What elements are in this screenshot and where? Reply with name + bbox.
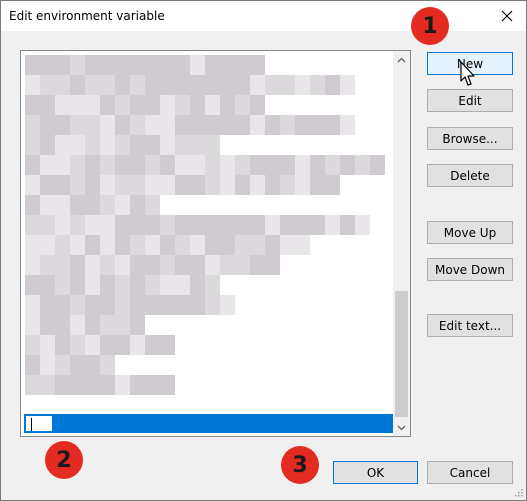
list-item-blurred[interactable]	[25, 75, 355, 95]
list-item-blurred[interactable]	[25, 175, 340, 195]
move-up-button[interactable]: Move Up	[427, 221, 513, 244]
delete-button[interactable]: Delete	[427, 164, 513, 187]
chevron-up-icon	[397, 57, 406, 62]
scroll-thumb[interactable]	[395, 291, 408, 417]
path-entries-list[interactable]	[20, 50, 411, 437]
text-caret	[31, 418, 32, 431]
close-icon	[501, 10, 513, 22]
edit-button[interactable]: Edit	[427, 89, 513, 112]
mouse-pointer-icon	[460, 61, 475, 86]
list-item-blurred[interactable]	[25, 195, 160, 215]
list-item-blurred[interactable]	[25, 315, 145, 335]
step-badge-1: 1	[411, 7, 449, 45]
list-item-blurred[interactable]	[25, 255, 280, 275]
list-item-blurred[interactable]	[25, 155, 385, 175]
new-entry-row-selected[interactable]	[24, 414, 393, 433]
list-item-blurred[interactable]	[25, 295, 235, 315]
window-title: Edit environment variable	[9, 9, 165, 23]
list-item-blurred[interactable]	[25, 115, 355, 135]
step-badge-2: 2	[45, 441, 83, 479]
edit-text-button[interactable]: Edit text...	[427, 314, 513, 337]
list-rows	[21, 51, 394, 436]
resize-grip-icon[interactable]	[513, 487, 523, 497]
chevron-down-icon	[397, 425, 406, 430]
cancel-button[interactable]: Cancel	[427, 461, 513, 484]
new-entry-input[interactable]	[25, 415, 53, 432]
list-item-blurred[interactable]	[25, 55, 265, 75]
list-item-blurred[interactable]	[25, 275, 220, 295]
list-item-blurred[interactable]	[25, 335, 175, 355]
list-item-blurred[interactable]	[25, 215, 370, 235]
browse-button[interactable]: Browse...	[427, 127, 513, 150]
close-button[interactable]	[496, 5, 518, 27]
scroll-up-button[interactable]	[393, 51, 410, 68]
list-item-blurred[interactable]	[25, 95, 265, 115]
list-item-blurred[interactable]	[25, 235, 310, 255]
move-down-button[interactable]: Move Down	[427, 258, 513, 281]
ok-button[interactable]: OK	[333, 461, 418, 484]
scroll-down-button[interactable]	[393, 419, 410, 436]
vertical-scrollbar[interactable]	[393, 51, 410, 436]
list-item-blurred[interactable]	[25, 135, 220, 155]
list-item-blurred[interactable]	[25, 375, 175, 395]
step-badge-3: 3	[281, 446, 319, 484]
edit-environment-variable-dialog: Edit environment variable New Edit Brows…	[0, 0, 527, 501]
list-item-blurred[interactable]	[25, 355, 115, 375]
